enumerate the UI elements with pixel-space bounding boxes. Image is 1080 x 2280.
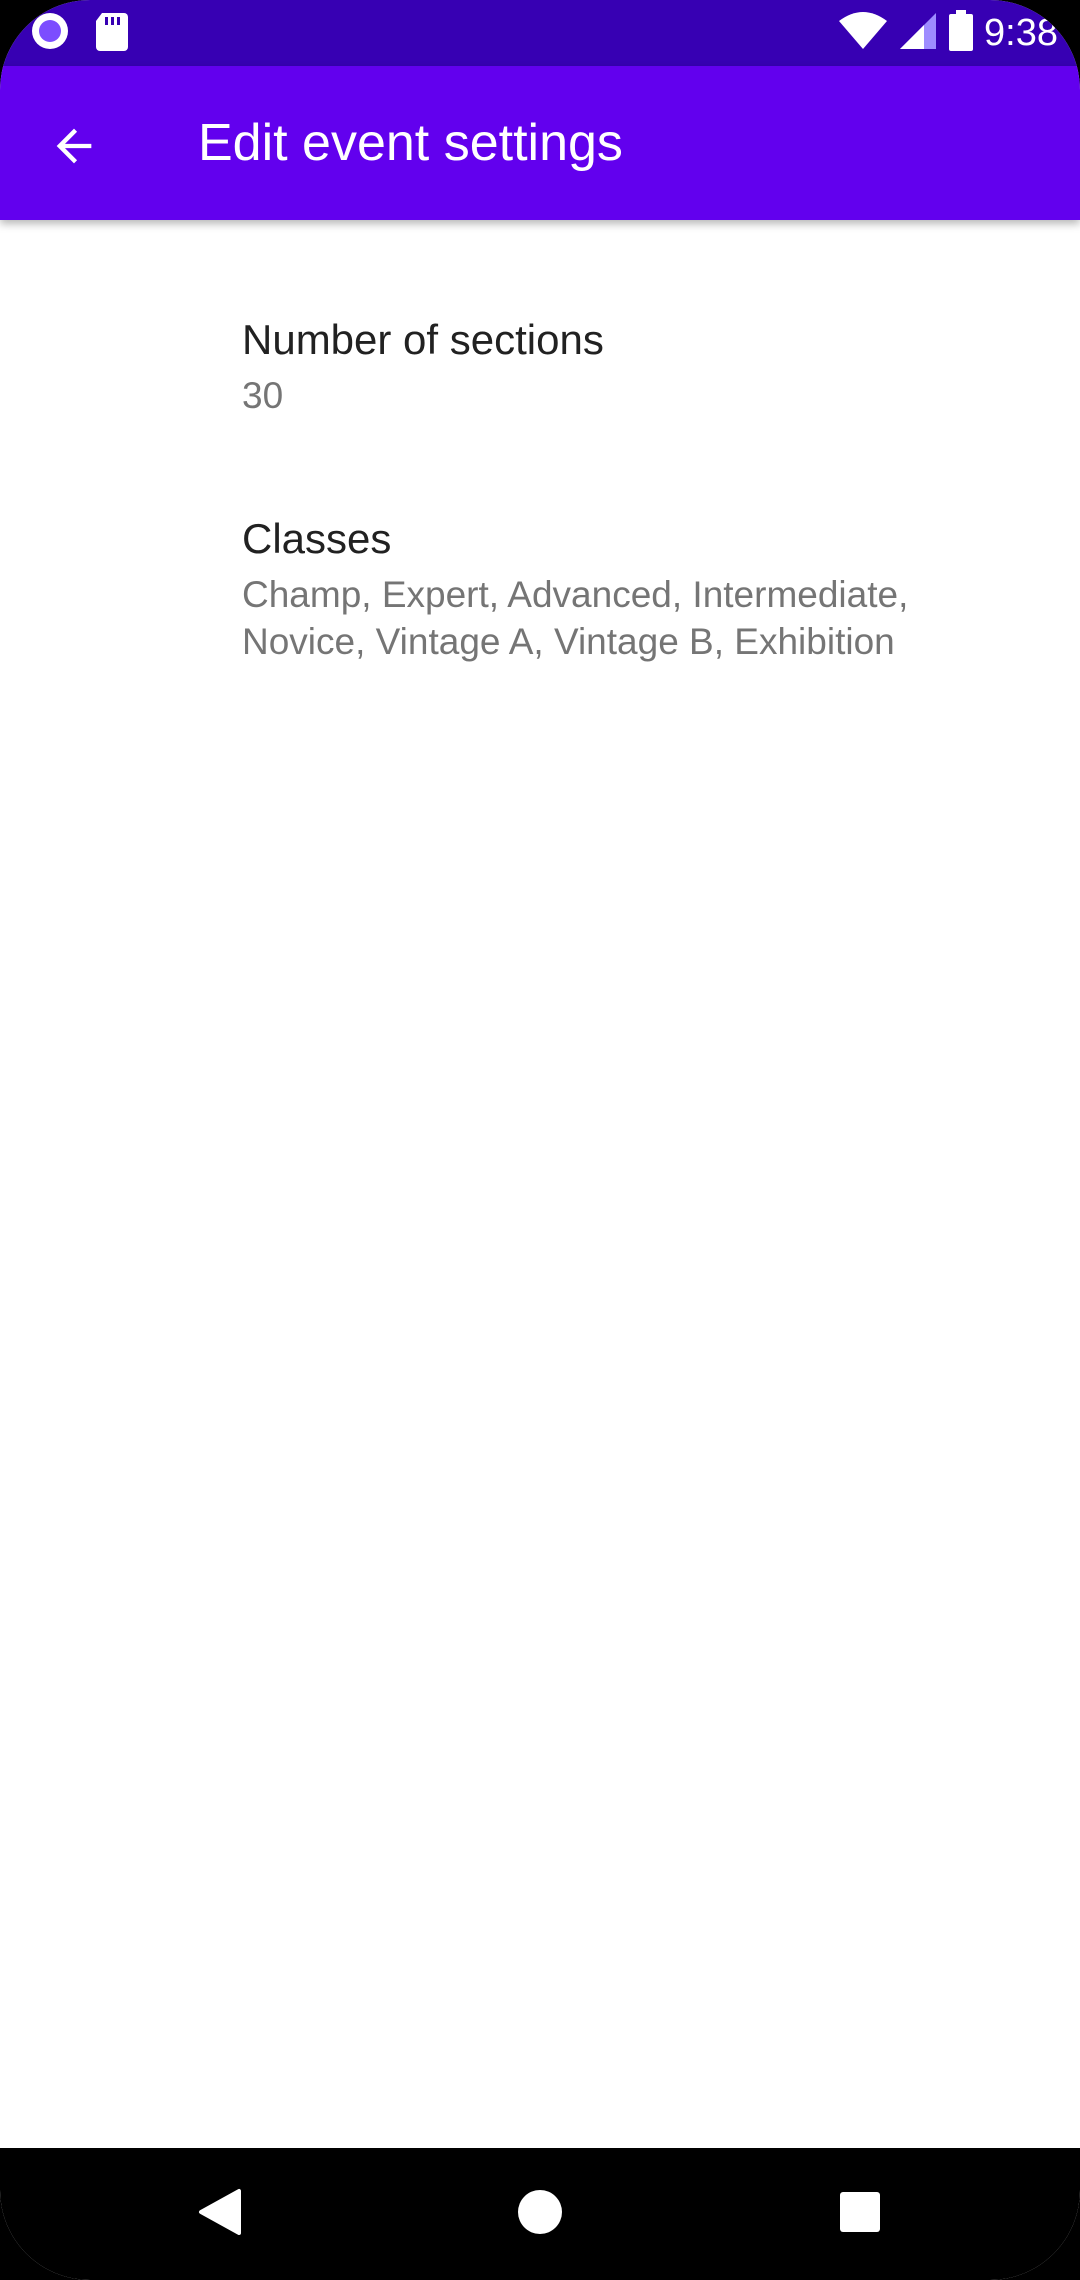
nav-back-icon [197, 2187, 243, 2242]
page-title: Edit event settings [198, 114, 623, 172]
pref-title: Number of sections [242, 316, 604, 363]
signal-icon [898, 11, 938, 56]
nav-back-button[interactable] [174, 2168, 266, 2260]
nav-home-button[interactable] [494, 2168, 586, 2260]
battery-icon [948, 9, 974, 57]
screen: 9:38 Edit event settings Number of secti… [0, 0, 1080, 2280]
status-right: 9:38 [838, 8, 1058, 58]
nav-home-icon [516, 2188, 564, 2241]
pref-number-of-sections[interactable]: Number of sections 30 [0, 312, 1080, 419]
pref-title: Classes [242, 515, 392, 562]
arrow-back-icon [48, 120, 100, 177]
wifi-icon [838, 11, 888, 56]
notification-circle-icon [30, 11, 70, 56]
pref-summary: 30 [242, 375, 284, 416]
navigation-bar [0, 2148, 1080, 2280]
nav-recents-icon [838, 2190, 882, 2239]
app-bar: Edit event settings [0, 66, 1080, 220]
pref-summary: Champ, Expert, Advanced, Intermediate, N… [242, 574, 909, 662]
status-bar: 9:38 [0, 0, 1080, 66]
sd-card-icon [94, 11, 130, 56]
status-time: 9:38 [984, 11, 1058, 54]
back-button[interactable] [30, 104, 118, 192]
nav-recents-button[interactable] [814, 2168, 906, 2260]
pref-classes[interactable]: Classes Champ, Expert, Advanced, Interme… [0, 511, 1080, 665]
status-left [30, 10, 130, 56]
